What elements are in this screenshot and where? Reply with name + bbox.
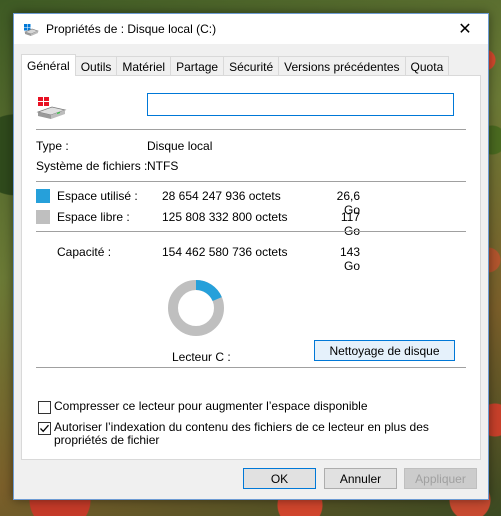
tab-tools[interactable]: Outils <box>74 56 118 76</box>
type-label: Type : <box>36 139 69 153</box>
indexing-checkbox[interactable] <box>38 422 51 435</box>
indexing-label: Autoriser l’indexation du contenu des fi… <box>54 420 429 447</box>
free-space-size: 117 Go <box>340 210 360 238</box>
tab-sharing[interactable]: Partage <box>170 56 225 76</box>
type-value: Disque local <box>147 139 213 153</box>
windows-logo-icon <box>35 95 69 123</box>
close-icon: ✕ <box>458 21 472 38</box>
capacity-label: Capacité : <box>57 245 112 259</box>
tab-previous-versions[interactable]: Versions précédentes <box>278 56 406 76</box>
free-space-bytes: 125 808 332 800 octets <box>162 210 288 224</box>
cancel-button[interactable]: Annuler <box>324 468 397 489</box>
ok-button[interactable]: OK <box>243 468 316 489</box>
tab-hardware[interactable]: Matériel <box>116 56 172 76</box>
used-space-swatch <box>36 189 50 203</box>
window-title: Propriétés de : Disque local (C:) <box>46 22 217 36</box>
indexing-option[interactable]: Autoriser l’indexation du contenu des fi… <box>38 421 464 447</box>
free-space-swatch <box>36 210 50 224</box>
compress-checkbox[interactable] <box>38 401 51 414</box>
close-button[interactable]: ✕ <box>442 14 488 44</box>
tab-security[interactable]: Sécurité <box>223 56 280 76</box>
compress-option[interactable]: Compresser ce lecteur pour augmenter l’e… <box>38 400 464 414</box>
apply-button[interactable]: Appliquer <box>404 468 477 489</box>
capacity-size: 143 Go <box>339 245 360 273</box>
used-space-bytes: 28 654 247 936 octets <box>162 189 281 203</box>
usage-donut-chart <box>168 280 224 336</box>
separator <box>36 181 466 182</box>
drive-name-input[interactable] <box>147 93 454 116</box>
capacity-bytes: 154 462 580 736 octets <box>162 245 288 259</box>
separator <box>36 231 466 232</box>
checkmark-icon <box>40 424 49 433</box>
general-panel: Type : Disque local Système de fichiers … <box>21 75 481 460</box>
used-space-label: Espace utilisé : <box>57 189 138 203</box>
separator <box>36 129 466 130</box>
properties-dialog: Propriétés de : Disque local (C:) ✕ Géné… <box>13 13 489 500</box>
free-space-label: Espace libre : <box>57 210 130 224</box>
tab-general[interactable]: Général <box>21 54 76 76</box>
tab-quota[interactable]: Quota <box>404 56 450 76</box>
title-bar[interactable]: Propriétés de : Disque local (C:) ✕ <box>14 14 488 44</box>
compress-label: Compresser ce lecteur pour augmenter l’e… <box>54 399 368 413</box>
filesystem-label: Système de fichiers : <box>36 159 148 173</box>
drive-icon <box>23 21 39 37</box>
tab-bar: Général Outils Matériel Partage Sécurité… <box>21 54 450 76</box>
separator <box>36 367 466 368</box>
drive-letter-label: Lecteur C : <box>172 350 231 364</box>
filesystem-value: NTFS <box>147 159 179 173</box>
disk-cleanup-button[interactable]: Nettoyage de disque <box>314 340 455 361</box>
